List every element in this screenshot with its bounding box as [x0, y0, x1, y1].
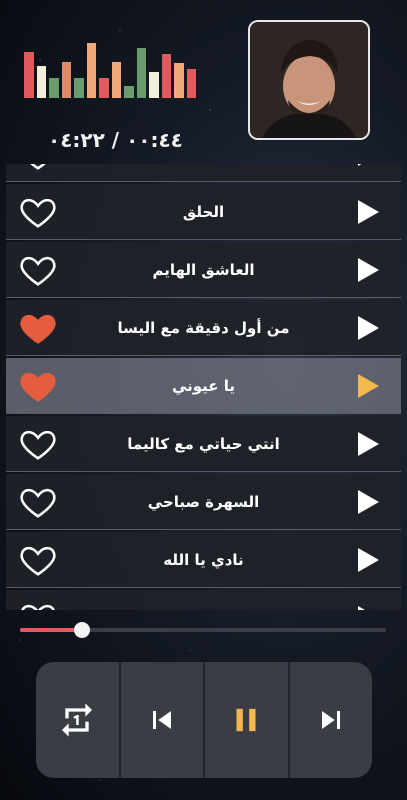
visualizer-bar	[136, 48, 146, 98]
song-row[interactable]: انتي حياتي مع كاليما	[6, 416, 401, 472]
song-title: انتي حياتي مع كاليما	[127, 435, 280, 453]
repeat-one-button[interactable]	[36, 662, 121, 778]
seek-thumb[interactable]	[74, 622, 91, 638]
visualizer-bar	[149, 72, 159, 98]
artist-avatar	[248, 20, 370, 140]
visualizer-bar	[74, 78, 84, 98]
repeat-one-icon	[62, 703, 93, 737]
song-row[interactable]: نادي يا الله	[6, 532, 401, 588]
heart-outline-icon[interactable]	[18, 483, 58, 521]
play-icon[interactable]	[356, 315, 380, 341]
previous-button[interactable]	[120, 662, 205, 778]
skip-next-icon	[321, 711, 340, 729]
visualizer-bar	[36, 66, 46, 98]
audio-visualizer	[24, 40, 196, 98]
song-row[interactable]: من أول دقيقة مع اليسا	[6, 300, 401, 356]
play-icon[interactable]	[356, 605, 380, 610]
song-row[interactable]: العاشق الهايم	[6, 242, 401, 298]
play-icon[interactable]	[356, 199, 380, 225]
visualizer-bar	[111, 62, 121, 98]
song-title: من أول دقيقة مع اليسا	[117, 319, 290, 337]
song-title: العاشق الهايم	[152, 261, 255, 279]
song-title	[66, 590, 341, 610]
heart-filled-icon[interactable]	[18, 309, 58, 347]
visualizer-bar	[186, 69, 196, 98]
song-title	[66, 164, 341, 182]
heart-outline-icon[interactable]	[18, 193, 58, 231]
visualizer-bar	[124, 86, 134, 98]
skip-previous-icon	[152, 711, 171, 729]
song-title: نادي يا الله	[163, 551, 244, 569]
visualizer-bar	[99, 78, 109, 98]
play-icon[interactable]	[356, 489, 380, 515]
visualizer-bar	[49, 78, 59, 98]
playback-time: ٠٠:٤٤ / ٠٤:٢٢	[48, 128, 183, 152]
song-row[interactable]: الحلق	[6, 184, 401, 240]
visualizer-bar	[161, 54, 171, 98]
song-row[interactable]	[6, 590, 401, 610]
song-title: الحلق	[182, 203, 225, 221]
heart-outline-icon[interactable]	[18, 251, 58, 289]
visualizer-bar	[24, 52, 34, 98]
song-title: يا عيوني	[171, 377, 236, 395]
visualizer-bar	[174, 63, 184, 98]
player-controls	[36, 662, 372, 778]
play-icon[interactable]	[356, 373, 380, 399]
heart-outline-icon[interactable]	[18, 599, 58, 610]
play-icon[interactable]	[356, 164, 380, 167]
song-row[interactable]: يا عيوني	[6, 358, 401, 414]
visualizer-bar	[61, 62, 71, 98]
heart-filled-icon[interactable]	[18, 367, 58, 405]
song-title: السهرة صباحي	[147, 493, 260, 511]
song-row[interactable]	[6, 164, 401, 182]
visualizer-bar	[86, 43, 96, 98]
song-list[interactable]: الحلق العاشق الهايم من أول دقيقة مع اليسا ي…	[6, 164, 401, 610]
pause-icon	[236, 708, 256, 732]
play-icon[interactable]	[356, 257, 380, 283]
heart-outline-icon[interactable]	[18, 164, 58, 173]
heart-outline-icon[interactable]	[18, 425, 58, 463]
pause-button[interactable]	[205, 662, 290, 778]
next-button[interactable]	[289, 662, 372, 778]
song-row[interactable]: السهرة صباحي	[6, 474, 401, 530]
heart-outline-icon[interactable]	[18, 541, 58, 579]
play-icon[interactable]	[356, 431, 380, 457]
seek-bar[interactable]	[20, 622, 386, 638]
play-icon[interactable]	[356, 547, 380, 573]
seek-progress	[20, 628, 83, 632]
